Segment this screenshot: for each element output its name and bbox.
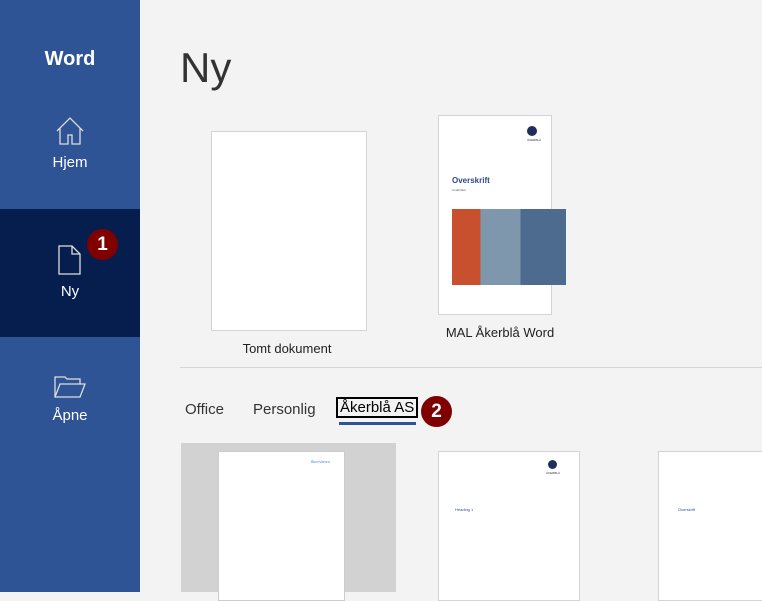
nav-home[interactable]: Hjem (0, 80, 140, 208)
template-photo (452, 209, 566, 285)
active-tab-indicator (339, 422, 416, 425)
template-heading: Overskrift (678, 507, 696, 512)
template-preview-3[interactable]: Overskrift (658, 451, 762, 601)
tab-akerbla[interactable]: Åkerblå AS (336, 397, 419, 418)
template-preview-1: ÅkerVanzo (218, 451, 345, 601)
template-preview-2[interactable]: ÅKERBLÅ Heading 1 (438, 451, 580, 601)
template-tile-selected[interactable]: ÅkerVanzo (181, 443, 396, 601)
page-title: Ny (180, 44, 232, 91)
callout-badge-2: 2 (421, 396, 452, 427)
template-blank-document[interactable] (211, 131, 367, 331)
template-blank-label: Tomt dokument (242, 341, 332, 356)
akerbla-logo-icon (527, 126, 537, 136)
folder-open-icon (54, 376, 86, 398)
document-icon (58, 245, 81, 275)
home-icon (56, 117, 84, 145)
nav-open-label: Åpne (52, 407, 88, 424)
nav-new[interactable]: Ny (0, 209, 140, 337)
template-logo-text: ÅkerVanzo (310, 459, 330, 464)
template-heading: Heading 1 (455, 507, 474, 512)
tab-personal[interactable]: Personlig (253, 401, 316, 418)
nav-new-label: Ny (60, 283, 80, 300)
tab-office[interactable]: Office (185, 401, 224, 418)
template-heading: Overskrift (452, 176, 490, 185)
template-akerbla-label: MAL Åkerblå Word (445, 325, 555, 340)
template-logo-text: ÅKERBLÅ (546, 471, 560, 475)
app-name: Word (44, 48, 96, 70)
template-subheading: Undertittel (452, 188, 466, 192)
logo-text: ÅKERBLÅ (527, 138, 541, 142)
akerbla-logo-icon (548, 460, 557, 469)
nav-open[interactable]: Åpne (0, 337, 140, 465)
divider (180, 367, 762, 368)
template-akerbla-word[interactable]: ÅKERBLÅ Overskrift Undertittel (438, 115, 566, 315)
callout-badge-1: 1 (87, 229, 118, 260)
sidebar: Word Hjem Ny Åpne (0, 0, 140, 592)
nav-home-label: Hjem (52, 154, 88, 171)
